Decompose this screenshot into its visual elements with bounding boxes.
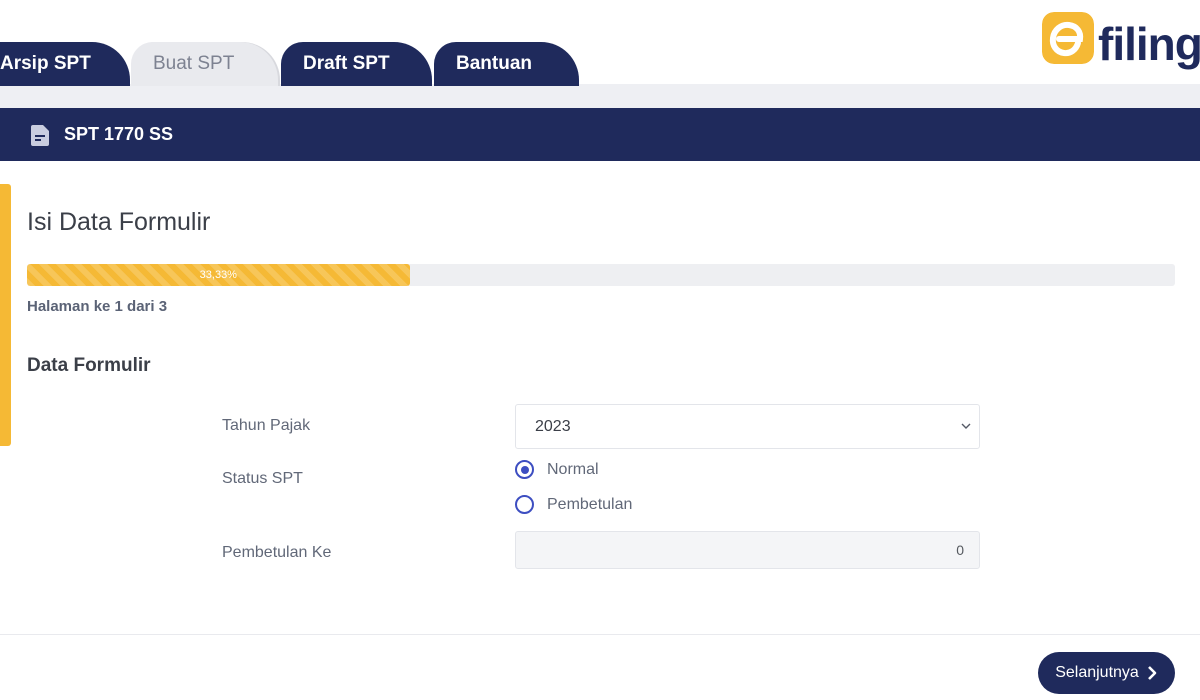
chevron-down-icon bbox=[961, 423, 971, 429]
tahun-pajak-value: 2023 bbox=[535, 417, 571, 435]
logo-e-mark bbox=[1042, 12, 1094, 64]
tab-label: Buat SPT bbox=[153, 53, 235, 74]
logo-text: filing bbox=[1098, 18, 1200, 70]
status-pembetulan-option[interactable]: Pembetulan bbox=[515, 495, 632, 514]
radio-pembetulan-label: Pembetulan bbox=[547, 495, 633, 513]
radio-normal-label: Normal bbox=[547, 460, 599, 478]
tab-strip-background bbox=[0, 84, 1200, 108]
progress-label: 33,33% bbox=[199, 269, 237, 281]
status-normal-option[interactable]: Normal bbox=[515, 460, 599, 479]
tahun-pajak-label: Tahun Pajak bbox=[222, 417, 311, 434]
subsection-title: Data Formulir bbox=[27, 355, 151, 376]
page-indicator: Halaman ke 1 dari 3 bbox=[27, 298, 168, 315]
progress-fill: 33,33% bbox=[27, 264, 410, 286]
section-accent-bar bbox=[0, 184, 11, 446]
chevron-right-icon bbox=[1147, 666, 1157, 680]
form-title: SPT 1770 SS bbox=[64, 124, 174, 144]
radio-pembetulan[interactable] bbox=[515, 495, 534, 514]
efiling-logo: filing bbox=[1040, 10, 1200, 76]
tahun-pajak-select[interactable]: 2023 bbox=[515, 404, 980, 449]
form-header-bar: SPT 1770 SS bbox=[0, 108, 1200, 161]
status-spt-label: Status SPT bbox=[222, 470, 303, 487]
document-icon bbox=[31, 125, 49, 146]
radio-normal[interactable] bbox=[515, 460, 534, 479]
tab-label: Bantuan bbox=[456, 53, 532, 74]
tab-buat-spt[interactable]: Buat SPT bbox=[131, 42, 278, 86]
pembetulan-ke-label: Pembetulan Ke bbox=[222, 544, 332, 561]
footer-divider bbox=[0, 634, 1200, 635]
top-navigation: Arsip SPT Buat SPT Draft SPT Bantuan fil… bbox=[0, 0, 1200, 108]
next-button-label: Selanjutnya bbox=[1055, 664, 1139, 681]
tab-label: Arsip SPT bbox=[0, 53, 91, 74]
next-button[interactable]: Selanjutnya bbox=[1038, 652, 1175, 694]
pembetulan-ke-value: 0 bbox=[956, 542, 964, 558]
tab-arsip-spt[interactable]: Arsip SPT bbox=[0, 42, 130, 86]
tab-draft-spt[interactable]: Draft SPT bbox=[281, 42, 432, 86]
progress-bar: 33,33% bbox=[27, 264, 1175, 286]
pembetulan-ke-input[interactable]: 0 bbox=[515, 531, 980, 569]
section-title: Isi Data Formulir bbox=[27, 208, 211, 236]
tab-label: Draft SPT bbox=[303, 53, 390, 74]
tab-bantuan[interactable]: Bantuan bbox=[434, 42, 579, 86]
